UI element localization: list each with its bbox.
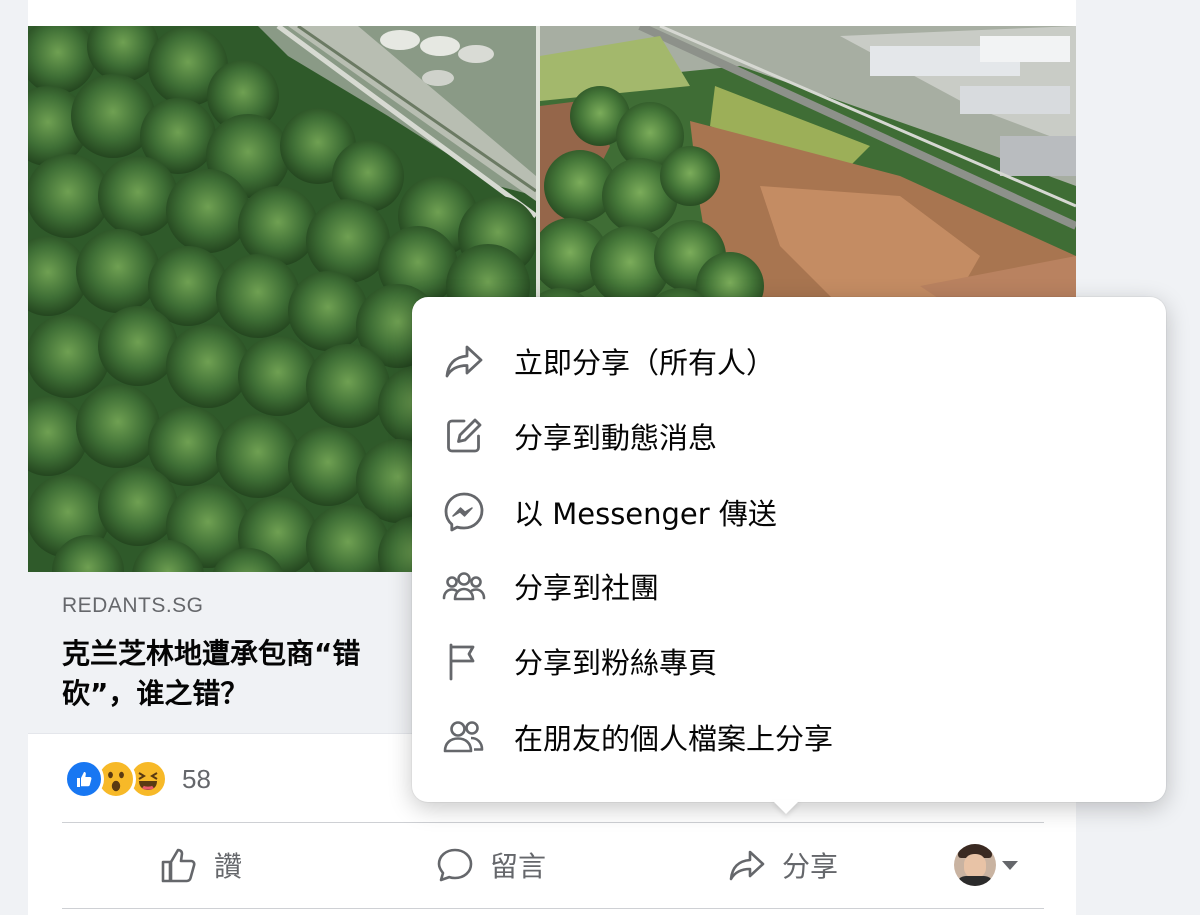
actions-divider-top — [62, 822, 1044, 823]
menu-item-label: 以 Messenger 傳送 — [514, 497, 777, 531]
actions-divider-bottom — [62, 908, 1044, 909]
share-to-group-item[interactable]: 分享到社團 — [428, 554, 1150, 618]
share-to-page-item[interactable]: 分享到粉絲專頁 — [428, 629, 1150, 693]
menu-item-label: 分享到動態消息 — [514, 421, 718, 455]
share-as-selector[interactable] — [954, 844, 1018, 886]
share-on-friends-profile-item[interactable]: 在朋友的個人檔案上分享 — [428, 705, 1150, 769]
send-in-messenger-item[interactable]: 以 Messenger 傳送 — [428, 480, 1150, 544]
comment-button-label: 留言 — [490, 850, 547, 883]
share-menu-pointer — [772, 800, 800, 814]
comment-button[interactable]: 留言 — [434, 842, 546, 888]
like-button[interactable]: 讚 — [158, 842, 242, 888]
link-title[interactable]: 克兰芝林地遭承包商“错砍”，谁之错？ — [62, 634, 422, 714]
share-arrow-icon — [440, 337, 488, 385]
friends-icon — [440, 713, 488, 761]
chevron-down-icon — [1002, 860, 1018, 870]
thumbs-up-icon — [158, 844, 200, 886]
groups-icon — [440, 562, 488, 610]
menu-item-label: 分享到粉絲專頁 — [514, 646, 718, 680]
flag-icon — [440, 637, 488, 685]
edit-pencil-icon — [440, 412, 488, 460]
reaction-summary[interactable]: 58 — [64, 758, 211, 800]
menu-item-label: 分享到社團 — [514, 571, 660, 605]
share-arrow-icon — [726, 844, 768, 886]
menu-item-label: 在朋友的個人檔案上分享 — [514, 722, 834, 756]
reaction-count[interactable]: 58 — [182, 764, 211, 795]
menu-item-label: 立即分享（所有人） — [514, 346, 776, 380]
messenger-icon — [440, 488, 488, 536]
share-menu: 立即分享（所有人） 分享到動態消息 以 Messenger 傳送 分享到社團 分… — [412, 297, 1166, 802]
avatar — [954, 844, 996, 886]
like-button-label: 讚 — [214, 850, 243, 883]
share-button-label: 分享 — [782, 850, 839, 883]
share-button[interactable]: 分享 — [726, 842, 838, 888]
like-reaction-icon — [64, 759, 104, 799]
card-top-strip — [28, 0, 1076, 26]
comment-bubble-icon — [434, 844, 476, 886]
share-to-news-feed-item[interactable]: 分享到動態消息 — [428, 404, 1150, 468]
link-domain: REDANTS.SG — [62, 594, 204, 617]
share-now-public-item[interactable]: 立即分享（所有人） — [428, 329, 1150, 393]
